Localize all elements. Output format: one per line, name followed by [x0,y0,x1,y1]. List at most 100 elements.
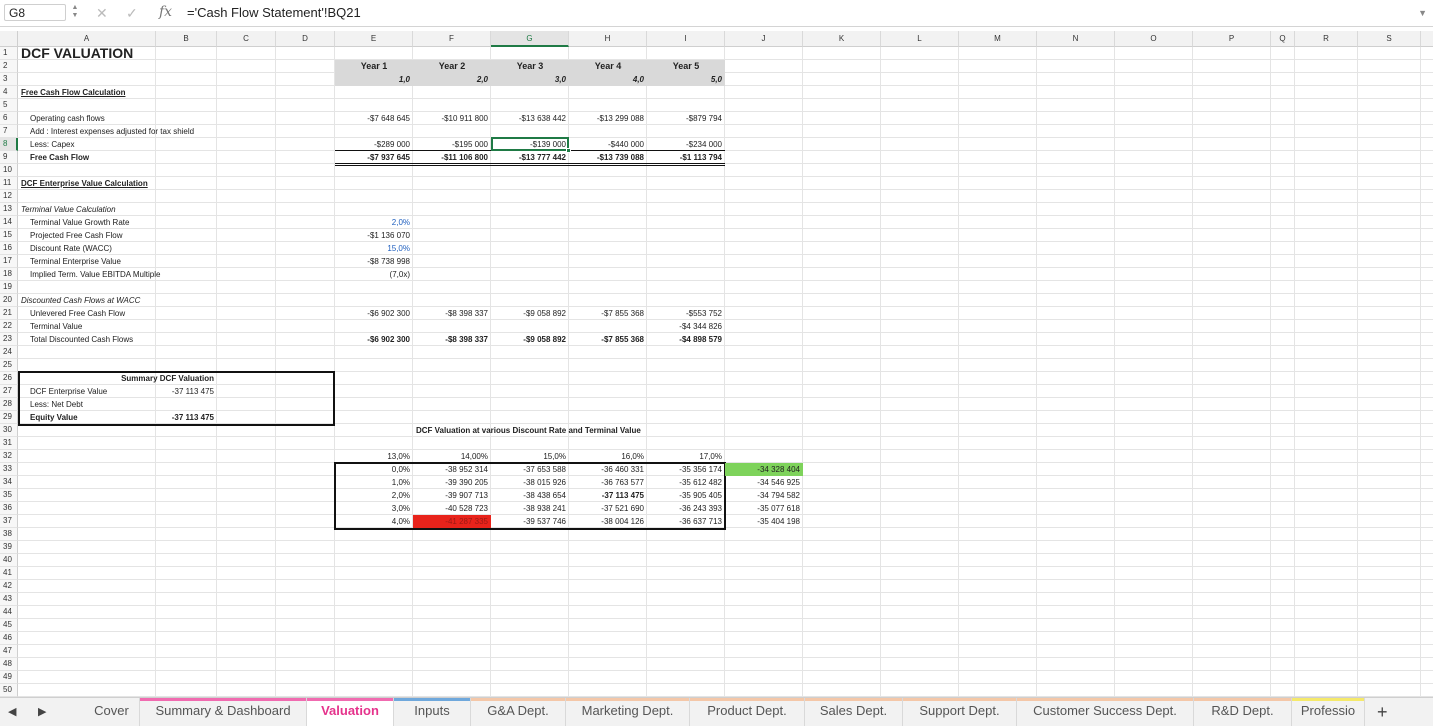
fcf-label[interactable]: Free Cash Flow [27,151,227,164]
column-header-d[interactable]: D [276,31,335,47]
cancel-icon[interactable]: ✕ [96,5,108,21]
sheet-tab-r-d-dept[interactable]: R&D Dept. [1194,698,1292,726]
row-header-40[interactable]: 40 [0,554,18,567]
operating-cf-1[interactable]: -$7 648 645 [335,112,413,125]
column-header-j[interactable]: J [725,31,803,47]
tv-growth-label[interactable]: Terminal Value Growth Rate [27,216,227,229]
column-header-n[interactable]: N [1037,31,1115,47]
column-header-p[interactable]: P [1193,31,1271,47]
year-header-2[interactable]: Year 2 [413,60,491,73]
ufcf-4[interactable]: -$7 855 368 [569,307,647,320]
row-header-11[interactable]: 11 [0,177,18,190]
row-header-18[interactable]: 18 [0,268,18,281]
sheet-tab-customer-success-dept[interactable]: Customer Success Dept. [1017,698,1194,726]
row-header-24[interactable]: 24 [0,346,18,359]
interest-label[interactable]: Add : Interest expenses adjusted for tax… [27,125,287,138]
row-header-36[interactable]: 36 [0,502,18,515]
column-header-h[interactable]: H [569,31,647,47]
row-header-9[interactable]: 9 [0,151,18,164]
spreadsheet-grid[interactable]: ABCDEFGHIJKLMNOPQRST 1234567891011121314… [0,31,1433,697]
row-header-34[interactable]: 34 [0,476,18,489]
total-dcf-4[interactable]: -$7 855 368 [569,333,647,346]
sens-value-4-5[interactable]: -35 077 618 [725,502,803,515]
sheet-title[interactable]: DCF VALUATION [18,45,218,61]
year-header-1[interactable]: Year 1 [335,60,413,73]
row-header-30[interactable]: 30 [0,424,18,437]
row-header-23[interactable]: 23 [0,333,18,346]
row-header-44[interactable]: 44 [0,606,18,619]
row-header-13[interactable]: 13 [0,203,18,216]
sens-value-5-5[interactable]: -35 404 198 [725,515,803,528]
row-header-15[interactable]: 15 [0,229,18,242]
row-header-39[interactable]: 39 [0,541,18,554]
sens-value-3-3[interactable]: -37 113 475 [569,489,647,502]
row-header-20[interactable]: 20 [0,294,18,307]
formula-input[interactable]: ='Cash Flow Statement'!BQ21 [187,5,361,21]
row-header-50[interactable]: 50 [0,684,18,697]
select-all-corner[interactable] [0,31,18,47]
sens-value-5-2[interactable]: -39 537 746 [491,515,569,528]
sens-value-2-4[interactable]: -35 612 482 [647,476,725,489]
sens-value-5-4[interactable]: -36 637 713 [647,515,725,528]
sens-value-1-3[interactable]: -36 460 331 [569,463,647,476]
ufcf-2[interactable]: -$8 398 337 [413,307,491,320]
operating-cf-4[interactable]: -$13 299 088 [569,112,647,125]
row-header-42[interactable]: 42 [0,580,18,593]
tv-label[interactable]: Terminal Value [27,320,227,333]
row-header-28[interactable]: 28 [0,398,18,411]
ufcf-5[interactable]: -$553 752 [647,307,725,320]
sheet-tab-inputs[interactable]: Inputs [394,698,471,726]
tev-value[interactable]: -$8 738 998 [335,255,413,268]
row-header-25[interactable]: 25 [0,359,18,372]
sheet-tab-g-a-dept[interactable]: G&A Dept. [471,698,566,726]
sens-value-2-1[interactable]: -39 390 205 [413,476,491,489]
row-header-5[interactable]: 5 [0,99,18,112]
ufcf-1[interactable]: -$6 902 300 [335,307,413,320]
sens-value-4-4[interactable]: -36 243 393 [647,502,725,515]
sens-value-4-2[interactable]: -38 938 241 [491,502,569,515]
row-header-47[interactable]: 47 [0,645,18,658]
summary-ev-value[interactable]: -37 113 475 [156,385,217,398]
tab-scroll-right-icon[interactable]: ▶ [38,698,46,726]
tv-growth-value[interactable]: 2,0% [335,216,413,229]
year-header-3[interactable]: Year 3 [491,60,569,73]
sens-value-2-3[interactable]: -36 763 577 [569,476,647,489]
row-header-41[interactable]: 41 [0,567,18,580]
row-header-27[interactable]: 27 [0,385,18,398]
year-number-5[interactable]: 5,0 [647,73,725,86]
sens-value-3-2[interactable]: -38 438 654 [491,489,569,502]
sheet-tab-summary-dashboard[interactable]: Summary & Dashboard [140,698,307,726]
expand-formula-icon[interactable]: ▼ [1418,8,1427,18]
row-header-17[interactable]: 17 [0,255,18,268]
sens-value-3-5[interactable]: -34 794 582 [725,489,803,502]
ufcf-3[interactable]: -$9 058 892 [491,307,569,320]
sens-value-2-2[interactable]: -38 015 926 [491,476,569,489]
tev-label[interactable]: Terminal Enterprise Value [27,255,227,268]
sens-row-rate-3[interactable]: 2,0% [335,489,413,502]
row-header-16[interactable]: 16 [0,242,18,255]
column-header-s[interactable]: S [1358,31,1421,47]
column-header-t[interactable]: T [1421,31,1433,47]
column-header-e[interactable]: E [335,31,413,47]
operating-cf-2[interactable]: -$10 911 800 [413,112,491,125]
row-header-45[interactable]: 45 [0,619,18,632]
sens-value-5-1[interactable]: -41 287 335 [413,515,491,528]
sens-value-1-2[interactable]: -37 653 588 [491,463,569,476]
proj-fcf-value[interactable]: -$1 136 070 [335,229,413,242]
row-header-8[interactable]: 8 [0,138,18,151]
year-number-1[interactable]: 1,0 [335,73,413,86]
operating-cf-label[interactable]: Operating cash flows [27,112,227,125]
sheet-tab-product-dept[interactable]: Product Dept. [690,698,805,726]
ebitda-mult-label[interactable]: Implied Term. Value EBITDA Multiple [27,268,247,281]
discount-label[interactable]: Discount Rate (WACC) [27,242,227,255]
year-number-2[interactable]: 2,0 [413,73,491,86]
row-header-48[interactable]: 48 [0,658,18,671]
sheet-tab-valuation[interactable]: Valuation [307,698,394,726]
sheet-tab-sales-dept[interactable]: Sales Dept. [805,698,903,726]
operating-cf-5[interactable]: -$879 794 [647,112,725,125]
sens-value-1-5[interactable]: -34 328 404 [725,463,803,476]
total-dcf-5[interactable]: -$4 898 579 [647,333,725,346]
summary-debt-label[interactable]: Less: Net Debt [27,398,165,411]
year-header-5[interactable]: Year 5 [647,60,725,73]
row-header-12[interactable]: 12 [0,190,18,203]
